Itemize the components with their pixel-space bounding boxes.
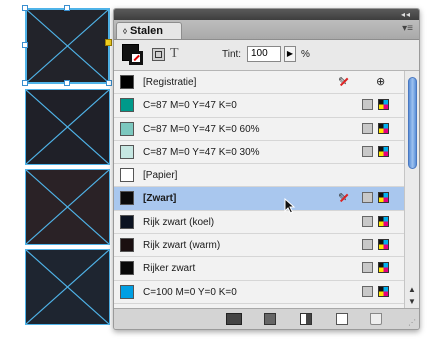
fill-stroke-icon[interactable] (122, 44, 144, 66)
graphic-frame-3[interactable] (25, 169, 110, 245)
swatch-color-chip (120, 121, 134, 136)
show-gradient-swatches-icon[interactable] (300, 313, 312, 325)
resize-grip-icon[interactable]: ⋰ (408, 318, 416, 327)
swatch-row[interactable]: [Papier] (114, 164, 404, 188)
process-color-icon (362, 122, 373, 134)
scroll-up-icon[interactable]: ▲ (408, 285, 416, 294)
swatch-name: [Papier] (143, 170, 178, 182)
collapse-icon[interactable]: ◂◂ (401, 10, 411, 19)
resize-handle[interactable] (106, 80, 112, 86)
non-editable-icon: ✎ (338, 76, 348, 88)
cmyk-mode-icon (378, 192, 389, 204)
swatch-color-chip (120, 214, 134, 229)
show-all-swatches-icon[interactable] (226, 313, 242, 325)
swatch-row[interactable]: C=87 M=0 Y=47 K=0 (114, 94, 404, 118)
process-color-icon (362, 99, 373, 111)
swatch-row[interactable]: C=87 M=0 Y=47 K=0 30% (114, 141, 404, 165)
tint-slider-arrow-icon[interactable]: ▶ (284, 46, 296, 62)
swatch-row[interactable]: C=100 M=0 Y=0 K=0 (114, 281, 404, 304)
process-color-icon (362, 145, 373, 157)
graphic-frame-4[interactable] (25, 249, 110, 325)
process-color-icon (362, 285, 373, 297)
swatch-color-chip (120, 191, 134, 206)
cmyk-mode-icon (378, 262, 389, 274)
percent-label: % (301, 49, 310, 60)
swatch-color-chip (120, 144, 134, 159)
process-color-icon (362, 192, 373, 204)
swatch-name: Rijk zwart (warm) (143, 240, 221, 252)
process-color-icon (362, 215, 373, 227)
swatch-row[interactable]: Rijk zwart (warm) (114, 234, 404, 258)
frame-anchor-handle[interactable] (105, 39, 112, 46)
panel-bottom-bar: ⋰ (114, 308, 419, 329)
resize-handle[interactable] (22, 42, 28, 48)
scroll-down-icon[interactable]: ▼ (408, 297, 416, 306)
swatch-color-chip (120, 238, 134, 253)
resize-handle[interactable] (64, 5, 70, 11)
swatches-panel: ◂◂ ◊ Stalen ▾≡ T Tint: 100 ▶ % [Registrat… (113, 8, 420, 330)
tab-stalen[interactable]: ◊ Stalen (116, 22, 182, 39)
swatch-row[interactable]: C=87 M=0 Y=47 K=0 60% (114, 118, 404, 141)
swatch-color-chip (120, 168, 134, 183)
swatch-name: [Zwart] (143, 193, 177, 205)
swatch-name: [Registratie] (143, 77, 197, 88)
swatch-name: Rijker zwart (143, 263, 196, 275)
resize-handle[interactable] (22, 80, 28, 86)
graphic-frame-2[interactable] (25, 89, 110, 165)
swatch-name: C=87 M=0 Y=47 K=0 60% (143, 123, 260, 135)
graphic-frame-1[interactable] (25, 8, 110, 84)
tab-expand-icon: ◊ (123, 27, 127, 36)
cmyk-mode-icon (378, 99, 389, 111)
swatch-row[interactable]: Rijker zwart (114, 257, 404, 281)
swatch-name: C=87 M=0 Y=47 K=0 30% (143, 146, 260, 158)
cmyk-mode-icon (378, 145, 389, 157)
swatch-color-chip (120, 75, 134, 89)
tab-label: Stalen (129, 25, 163, 37)
tint-input[interactable]: 100 (247, 46, 281, 62)
non-editable-icon: ✎ (338, 192, 348, 205)
mouse-pointer-icon (284, 198, 296, 214)
swatch-color-chip (120, 261, 134, 276)
resize-handle[interactable] (22, 5, 28, 11)
scrollbar[interactable]: ▲ ▼ (404, 71, 419, 310)
panel-titlebar[interactable]: ◂◂ (114, 9, 419, 20)
swatch-row[interactable]: [Registratie] ✎ ⊕ (114, 71, 404, 95)
show-color-swatches-icon[interactable] (264, 313, 276, 325)
cmyk-mode-icon (378, 285, 389, 297)
panel-tab-row: ◊ Stalen ▾≡ (114, 20, 419, 40)
formatting-text-icon[interactable]: T (170, 46, 179, 62)
swatch-color-chip (120, 284, 134, 299)
swatch-name: C=100 M=0 Y=0 K=0 (143, 286, 237, 298)
process-color-icon (362, 262, 373, 274)
cmyk-mode-icon (378, 215, 389, 227)
registration-icon: ⊕ (376, 76, 386, 88)
swatch-list: [Registratie] ✎ ⊕ C=87 M=0 Y=47 K=0 C=87 M=0… (114, 71, 404, 310)
swatch-row[interactable]: Rijk zwart (koel) (114, 211, 404, 235)
scroll-thumb[interactable] (408, 77, 417, 169)
swatch-name: Rijk zwart (koel) (143, 216, 215, 228)
process-color-icon (362, 239, 373, 251)
tint-label: Tint: (222, 49, 242, 60)
swatch-row[interactable]: [Zwart] ✎ (114, 187, 404, 211)
resize-handle[interactable] (64, 80, 70, 86)
swatch-name: C=87 M=0 Y=47 K=0 (143, 100, 237, 112)
delete-swatch-icon[interactable] (370, 313, 382, 325)
cmyk-mode-icon (378, 122, 389, 134)
formatting-container-icon[interactable] (152, 48, 165, 61)
panel-menu-icon[interactable]: ▾≡ (402, 23, 413, 34)
cmyk-mode-icon (378, 239, 389, 251)
new-swatch-icon[interactable] (336, 313, 348, 325)
stroke-swatch[interactable] (129, 51, 143, 65)
swatch-toolbar: T Tint: 100 ▶ % (114, 40, 419, 71)
swatch-color-chip (120, 98, 134, 113)
